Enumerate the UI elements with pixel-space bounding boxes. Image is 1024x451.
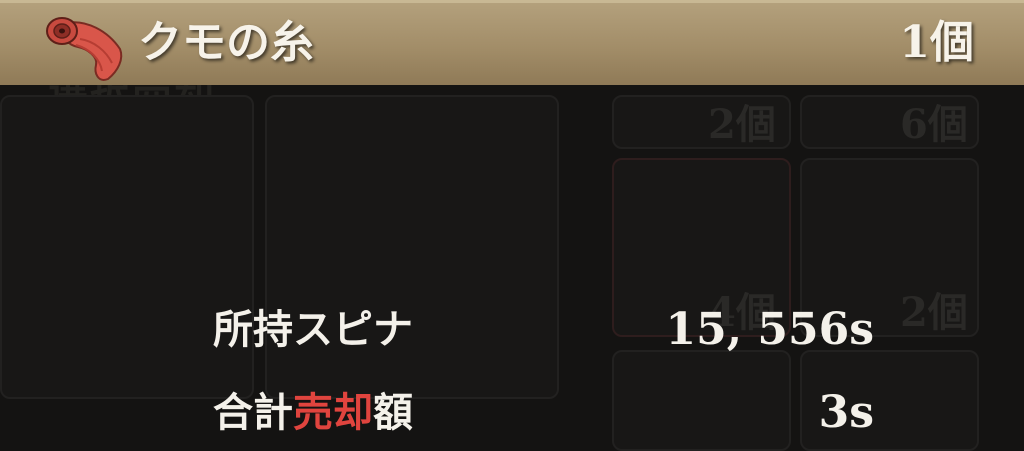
item-count: 1個 (899, 17, 974, 68)
owned-spina-row: 所持スピナ 15, 556s (0, 300, 1024, 360)
sale-total-label: 合計売却額 (213, 383, 413, 443)
sale-total-value: 3s (818, 387, 874, 438)
owned-spina-value: 15, 556s (665, 304, 874, 355)
background-count: 6個 (900, 101, 968, 148)
item-header: クモの糸 1個 (0, 0, 1024, 85)
background-count: 2個 (708, 101, 776, 148)
owned-spina-label: 所持スピナ (213, 307, 413, 353)
sale-total-row: 合計売却額 3s (0, 383, 1024, 443)
item-name: クモの糸 (138, 17, 314, 68)
sale-total-label-post: 額 (373, 390, 413, 436)
sale-total-label-highlight: 売却 (293, 390, 373, 436)
sale-total-label-pre: 合計 (213, 390, 293, 436)
silk-thread-icon (46, 17, 123, 81)
